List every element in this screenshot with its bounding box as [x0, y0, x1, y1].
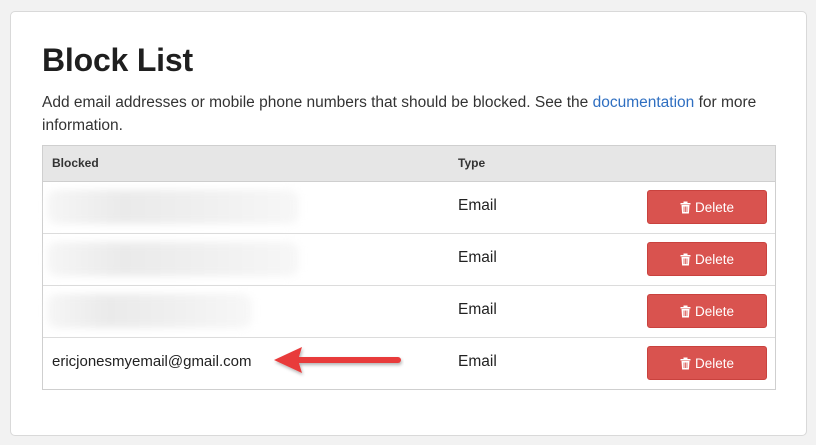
column-header-type: Type [458, 156, 486, 170]
delete-button[interactable]: Delete [647, 346, 767, 380]
trash-icon [680, 201, 691, 213]
red-arrow-annotation [274, 347, 401, 373]
table-row: ericjonesmyemail@gmail.com Email Delete [43, 338, 775, 389]
page-title: Block List [42, 42, 193, 78]
type-cell: Email [458, 197, 497, 214]
column-header-blocked: Blocked [52, 156, 99, 170]
redacted-blocked-value [47, 190, 299, 224]
table-header: Blocked Type [43, 146, 775, 182]
trash-icon [680, 305, 691, 317]
delete-label: Delete [694, 199, 735, 215]
delete-label: Delete [694, 303, 735, 319]
type-cell: Email [458, 301, 497, 318]
delete-button[interactable]: Delete [647, 190, 767, 224]
redacted-blocked-value [47, 242, 299, 276]
type-cell: Email [458, 353, 497, 370]
block-list-card: Block List Add email addresses or mobile… [10, 11, 807, 436]
table-row: Email Delete [43, 182, 775, 234]
delete-button[interactable]: Delete [647, 294, 767, 328]
page-description: Add email addresses or mobile phone numb… [42, 91, 762, 137]
delete-label: Delete [694, 355, 735, 371]
delete-button[interactable]: Delete [647, 242, 767, 276]
type-cell: Email [458, 249, 497, 266]
documentation-link[interactable]: documentation [593, 94, 695, 111]
table-row: Email Delete [43, 234, 775, 286]
trash-icon [680, 357, 691, 369]
block-list-table: Blocked Type Email Delete Email Delete E… [42, 145, 776, 390]
description-text: Add email addresses or mobile phone numb… [42, 94, 593, 111]
trash-icon [680, 253, 691, 265]
delete-label: Delete [694, 251, 735, 267]
redacted-blocked-value [47, 294, 252, 328]
blocked-cell: ericjonesmyemail@gmail.com [52, 353, 252, 370]
table-row: Email Delete [43, 286, 775, 338]
